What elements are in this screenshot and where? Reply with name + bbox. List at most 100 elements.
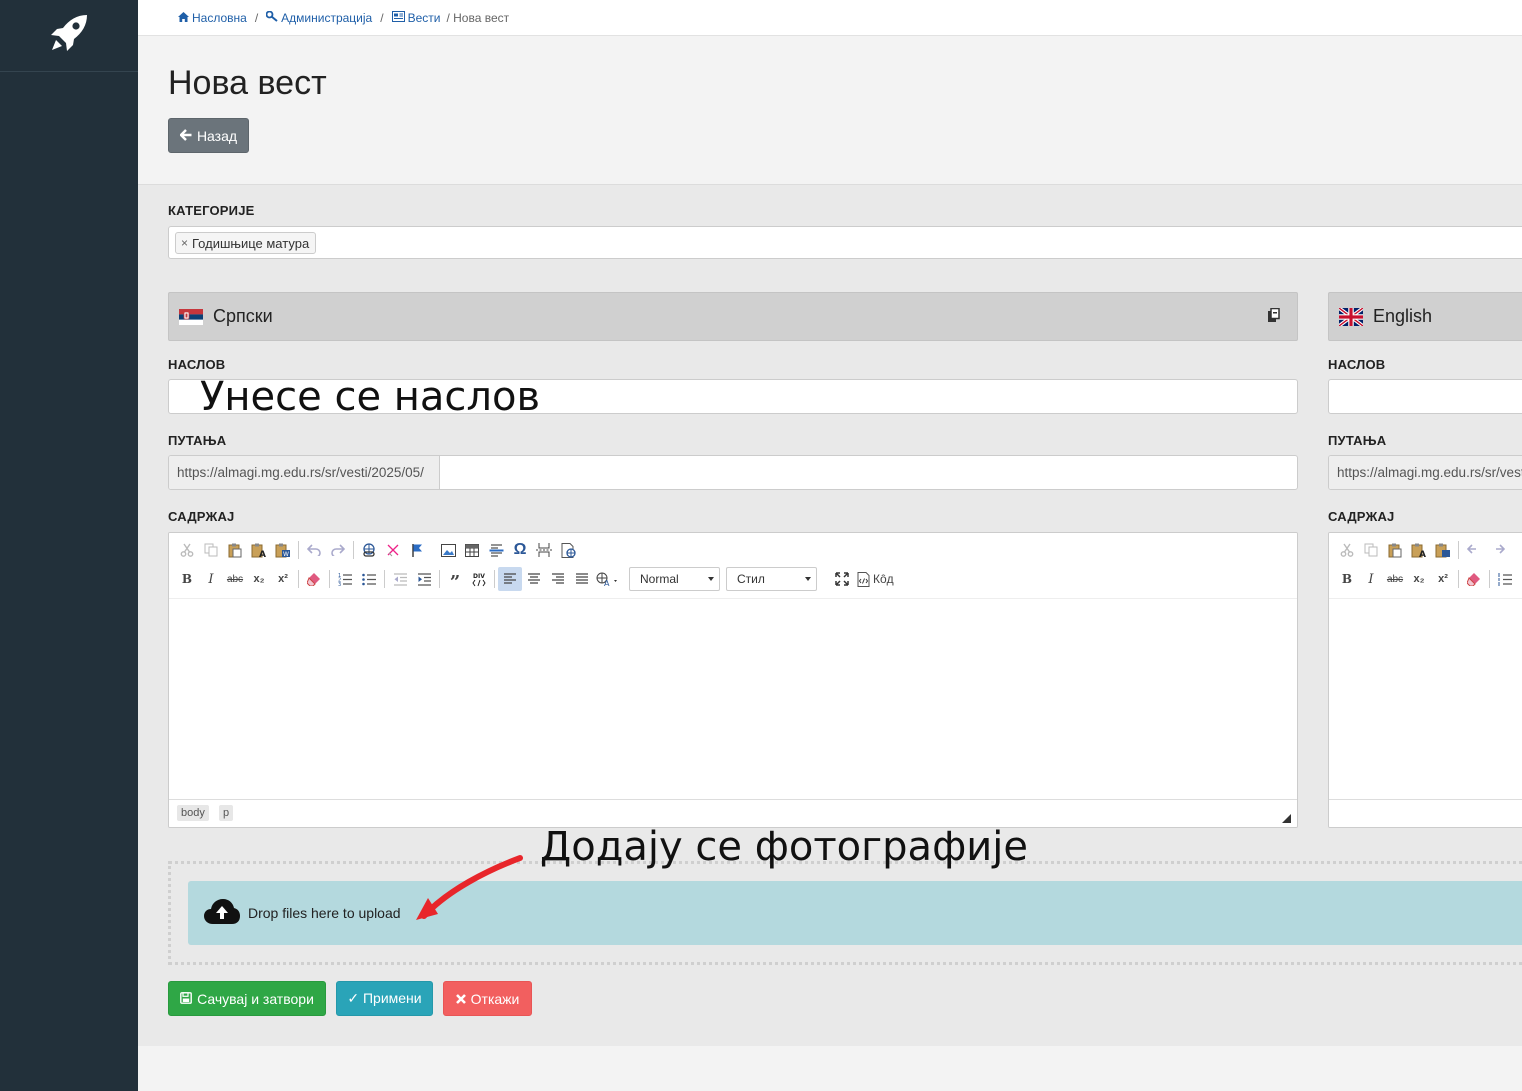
paste-text-icon[interactable]: A: [1407, 538, 1431, 562]
undo-icon[interactable]: [1462, 538, 1486, 562]
align-justify-icon[interactable]: [570, 567, 594, 591]
subscript-button[interactable]: x₂: [247, 567, 271, 591]
align-left-icon[interactable]: [498, 567, 522, 591]
bold-button[interactable]: B: [1335, 567, 1359, 591]
caret-down-icon: [805, 577, 811, 581]
redo-icon[interactable]: [1486, 538, 1510, 562]
align-right-icon[interactable]: [546, 567, 570, 591]
image-icon[interactable]: [436, 538, 460, 562]
div-container-icon[interactable]: DIV: [467, 567, 491, 591]
toolbar-separator: [329, 570, 330, 588]
cancel-button[interactable]: Откажи: [443, 981, 532, 1016]
remove-format-icon[interactable]: [1462, 567, 1486, 591]
sidebar-logo[interactable]: [0, 0, 138, 72]
floppy-icon: [180, 991, 192, 1007]
special-char-icon[interactable]: Ω: [508, 538, 532, 562]
toolbar-row-2: B I abc x₂ x² 123 ” DIV A Normal Стил Кô…: [175, 566, 897, 593]
bold-button[interactable]: B: [175, 567, 199, 591]
editor-toolbar: A W Ω B I abc x₂ x² 1 2 3 ” DIV A Normal…: [169, 533, 1297, 599]
en-path-label: Путања: [1328, 433, 1387, 448]
format-combo-value: Normal: [640, 572, 679, 586]
paste-word-icon[interactable]: W: [271, 538, 295, 562]
iframe-icon[interactable]: [556, 538, 580, 562]
file-dropzone[interactable]: Drop files here to upload: [188, 881, 1522, 945]
numbered-list-icon[interactable]: 123: [333, 567, 357, 591]
strike-button[interactable]: abc: [223, 567, 247, 591]
tag-remove-icon[interactable]: ×: [181, 236, 188, 250]
breadcrumb-home-label: Насловна: [192, 10, 247, 25]
resize-handle[interactable]: [1282, 814, 1291, 823]
main-area: Насловна / Администрација / Вести / Нова…: [138, 0, 1522, 1091]
strike-button[interactable]: abc: [1383, 567, 1407, 591]
rocket-icon: [47, 11, 91, 60]
undo-icon[interactable]: [302, 538, 326, 562]
blockquote-icon[interactable]: ”: [443, 567, 467, 593]
breadcrumb-home[interactable]: Насловна: [178, 11, 247, 25]
italic-button[interactable]: I: [1359, 567, 1383, 591]
indent-icon[interactable]: [412, 567, 436, 591]
toolbar-separator: [353, 541, 354, 559]
editor-body[interactable]: [1329, 599, 1522, 801]
copy-icon[interactable]: [1359, 538, 1383, 562]
svg-text:A: A: [259, 550, 266, 558]
horizontal-rule-icon[interactable]: [484, 538, 508, 562]
serbian-flag-icon: [179, 308, 203, 325]
italic-button[interactable]: I: [199, 567, 223, 591]
paste-icon[interactable]: [1383, 538, 1407, 562]
en-path-prefix: https://almagi.mg.edu.rs/sr/vesti/2025/0…: [1329, 456, 1522, 489]
apply-button[interactable]: ✓ Примени: [336, 981, 433, 1016]
language-icon[interactable]: A: [594, 567, 622, 591]
unlink-icon[interactable]: [381, 538, 405, 562]
copy-icon[interactable]: [199, 538, 223, 562]
editor-body[interactable]: [169, 599, 1297, 801]
bullet-list-icon[interactable]: [357, 567, 381, 591]
editor-status-bar: body p: [169, 799, 1297, 827]
breadcrumb-separator: /: [254, 10, 259, 25]
redo-icon[interactable]: [326, 538, 350, 562]
source-label: Кôд: [873, 572, 894, 586]
breadcrumb-news[interactable]: Вести: [391, 10, 440, 25]
source-button[interactable]: Кôд: [854, 567, 897, 591]
align-center-icon[interactable]: [522, 567, 546, 591]
style-combo-value: Стил: [737, 572, 765, 586]
element-path-p[interactable]: p: [219, 805, 234, 821]
remove-format-icon[interactable]: [302, 567, 326, 591]
sr-path-input[interactable]: https://almagi.mg.edu.rs/sr/vesti/2025/0…: [168, 455, 1298, 490]
subscript-button[interactable]: x₂: [1407, 567, 1431, 591]
breadcrumb-admin[interactable]: Администрација: [265, 10, 372, 25]
en-title-label: Наслов: [1328, 357, 1386, 372]
svg-text:A: A: [604, 579, 610, 587]
paste-icon[interactable]: [223, 538, 247, 562]
paste-text-icon[interactable]: A: [247, 538, 271, 562]
editor-status-bar: [1329, 799, 1522, 827]
outdent-icon[interactable]: [388, 567, 412, 591]
anchor-flag-icon[interactable]: [405, 538, 429, 562]
en-path-input[interactable]: https://almagi.mg.edu.rs/sr/vesti/2025/0…: [1328, 455, 1522, 490]
superscript-button[interactable]: x²: [1431, 567, 1455, 591]
link-icon[interactable]: [357, 538, 381, 562]
toolbar-separator: [384, 570, 385, 588]
superscript-button[interactable]: x²: [271, 567, 295, 591]
en-title-input[interactable]: [1328, 379, 1522, 414]
paste-word-icon[interactable]: [1431, 538, 1455, 562]
page-break-icon[interactable]: [532, 538, 556, 562]
cut-icon[interactable]: [175, 538, 199, 562]
home-icon: [178, 11, 189, 25]
breadcrumb-current: / Нова вест: [446, 10, 510, 25]
toolbar-separator: [298, 541, 299, 559]
format-combo[interactable]: Normal: [629, 567, 720, 591]
back-button[interactable]: Назад: [168, 118, 249, 153]
style-combo[interactable]: Стил: [726, 567, 817, 591]
element-path-body[interactable]: body: [177, 805, 209, 821]
cut-icon[interactable]: [1335, 538, 1359, 562]
numbered-list-icon[interactable]: [1493, 567, 1517, 591]
bullet-list-icon[interactable]: [1517, 567, 1522, 591]
categories-input[interactable]: × Годишњице матура: [168, 226, 1522, 259]
uk-flag-icon: [1339, 307, 1363, 326]
copy-icon[interactable]: [1267, 307, 1281, 328]
maximize-icon[interactable]: [830, 567, 854, 591]
toolbar-separator: [494, 570, 495, 588]
table-icon[interactable]: [460, 538, 484, 562]
cancel-label: Откажи: [470, 990, 520, 1007]
save-close-button[interactable]: Сачувај и затвори: [168, 981, 326, 1016]
